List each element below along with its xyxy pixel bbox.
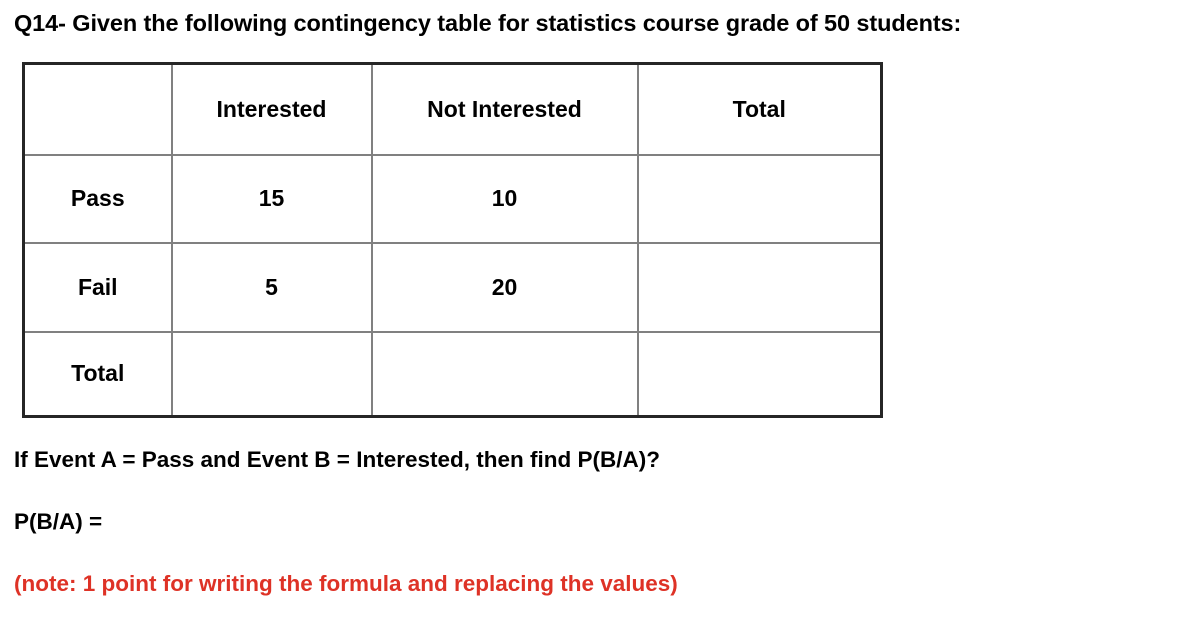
cell-fail-interested: 5	[170, 241, 373, 333]
cell-pass-interested: 15	[170, 153, 373, 244]
row-header-fail: Fail	[23, 241, 173, 333]
row-header-total: Total	[23, 330, 173, 417]
cell-total-interested	[170, 330, 373, 417]
column-header-interested: Interested	[170, 63, 373, 156]
cell-total-not-interested	[370, 330, 639, 417]
grading-note-text: (note: 1 point for writing the formula a…	[14, 571, 678, 596]
table-row: Fail 5 20	[23, 241, 882, 333]
table-header-row: Interested Not Interested Total	[23, 63, 882, 156]
column-header-total: Total	[636, 63, 882, 156]
event-definition-text: If Event A = Pass and Event B = Interest…	[14, 447, 660, 472]
cell-fail-not-interested: 20	[370, 241, 639, 333]
cell-total-total	[636, 330, 882, 417]
cell-pass-total	[636, 153, 882, 244]
cell-pass-not-interested: 10	[370, 153, 639, 244]
table-row: Total	[23, 330, 882, 417]
worksheet-page: Q14- Given the following contingency tab…	[0, 0, 1178, 624]
row-header-pass: Pass	[23, 153, 173, 244]
answer-prompt-text: P(B/A) =	[14, 509, 103, 534]
contingency-table: Interested Not Interested Total Pass 15 …	[22, 62, 883, 418]
table-row: Pass 15 10	[23, 153, 882, 244]
table-corner-cell	[23, 63, 173, 156]
cell-fail-total	[636, 241, 882, 333]
page-title: Q14- Given the following contingency tab…	[14, 10, 962, 36]
contingency-table-container: Interested Not Interested Total Pass 15 …	[22, 62, 883, 418]
column-header-not-interested: Not Interested	[370, 63, 639, 156]
